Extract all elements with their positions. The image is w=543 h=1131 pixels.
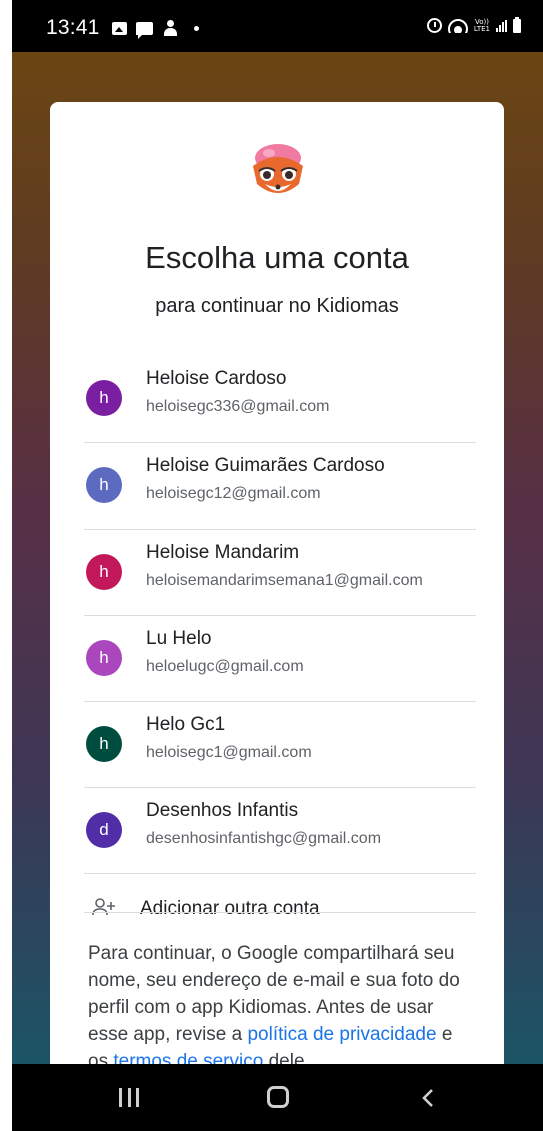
account-email: heloisegc336@gmail.com bbox=[146, 398, 330, 415]
divider bbox=[84, 873, 476, 874]
volte-indicator: Vo)) LTE1 bbox=[473, 18, 490, 33]
gallery-icon bbox=[112, 21, 127, 35]
account-chooser-dialog: Escolha uma conta para continuar no Kidi… bbox=[50, 102, 504, 1114]
add-person-icon bbox=[92, 898, 115, 916]
account-name: Helo Gc1 bbox=[146, 714, 226, 735]
privacy-disclaimer: Para continuar, o Google compartilhará s… bbox=[88, 940, 472, 1075]
alarm-icon bbox=[426, 18, 442, 33]
notification-icons bbox=[112, 19, 199, 39]
navigation-bar bbox=[12, 1064, 543, 1131]
account-name: Lu Helo bbox=[146, 628, 212, 649]
dialog-subtitle: para continuar no Kidiomas bbox=[155, 295, 399, 317]
account-email: heloisegc12@gmail.com bbox=[146, 485, 321, 502]
divider bbox=[84, 912, 476, 913]
kidiomas-fox-logo-icon bbox=[253, 144, 303, 193]
add-account-label: Adicionar outra conta bbox=[140, 898, 320, 919]
account-item[interactable]: d Desenhos Infantis desenhosinfantishgc@… bbox=[84, 788, 476, 874]
account-email: desenhosinfantishgc@gmail.com bbox=[146, 830, 382, 847]
recents-icon[interactable] bbox=[119, 1088, 139, 1107]
privacy-policy-link[interactable]: política de privacidade bbox=[247, 1024, 436, 1045]
avatar: h bbox=[86, 726, 122, 762]
dialog-title: Escolha uma conta bbox=[145, 240, 409, 275]
phone-screen: 13:41 Vo)) LTE1 Escolha uma conta para c… bbox=[12, 0, 543, 1131]
avatar: h bbox=[86, 640, 122, 676]
person-icon bbox=[162, 19, 179, 37]
account-item[interactable]: h Heloise Cardoso heloisegc336@gmail.com bbox=[84, 356, 476, 442]
status-bar: 13:41 Vo)) LTE1 bbox=[12, 0, 543, 52]
wifi-icon bbox=[447, 18, 468, 33]
signal-icon bbox=[496, 19, 507, 32]
account-item[interactable]: h Lu Helo heloelugc@gmail.com bbox=[84, 616, 476, 702]
account-name: Heloise Mandarim bbox=[146, 542, 300, 563]
account-name: Desenhos Infantis bbox=[146, 800, 299, 821]
account-name: Heloise Cardoso bbox=[146, 368, 287, 389]
more-notifications-dot-icon bbox=[194, 25, 199, 31]
home-icon[interactable] bbox=[267, 1086, 289, 1108]
account-item[interactable]: h Heloise Guimarães Cardoso heloisegc12@… bbox=[84, 443, 476, 529]
account-email: heloisemandarimsemana1@gmail.com bbox=[146, 572, 423, 589]
back-icon[interactable] bbox=[419, 1088, 437, 1108]
account-item[interactable]: h Helo Gc1 heloisegc1@gmail.com bbox=[84, 702, 476, 788]
status-time: 13:41 bbox=[46, 16, 100, 39]
app-backdrop: Escolha uma conta para continuar no Kidi… bbox=[12, 52, 543, 1114]
account-email: heloisegc1@gmail.com bbox=[146, 744, 312, 761]
chat-icon bbox=[136, 21, 153, 39]
avatar: d bbox=[86, 812, 122, 848]
system-icons: Vo)) LTE1 bbox=[426, 16, 521, 33]
add-account-button[interactable]: Adicionar outra conta bbox=[84, 894, 476, 924]
account-email: heloelugc@gmail.com bbox=[146, 658, 304, 675]
avatar: h bbox=[86, 467, 122, 503]
avatar: h bbox=[86, 380, 122, 416]
account-item[interactable]: h Heloise Mandarim heloisemandarimsemana… bbox=[84, 530, 476, 616]
battery-icon bbox=[513, 16, 521, 33]
account-name: Heloise Guimarães Cardoso bbox=[146, 455, 385, 476]
avatar: h bbox=[86, 554, 122, 590]
volte-bottom-text: LTE1 bbox=[473, 24, 490, 33]
